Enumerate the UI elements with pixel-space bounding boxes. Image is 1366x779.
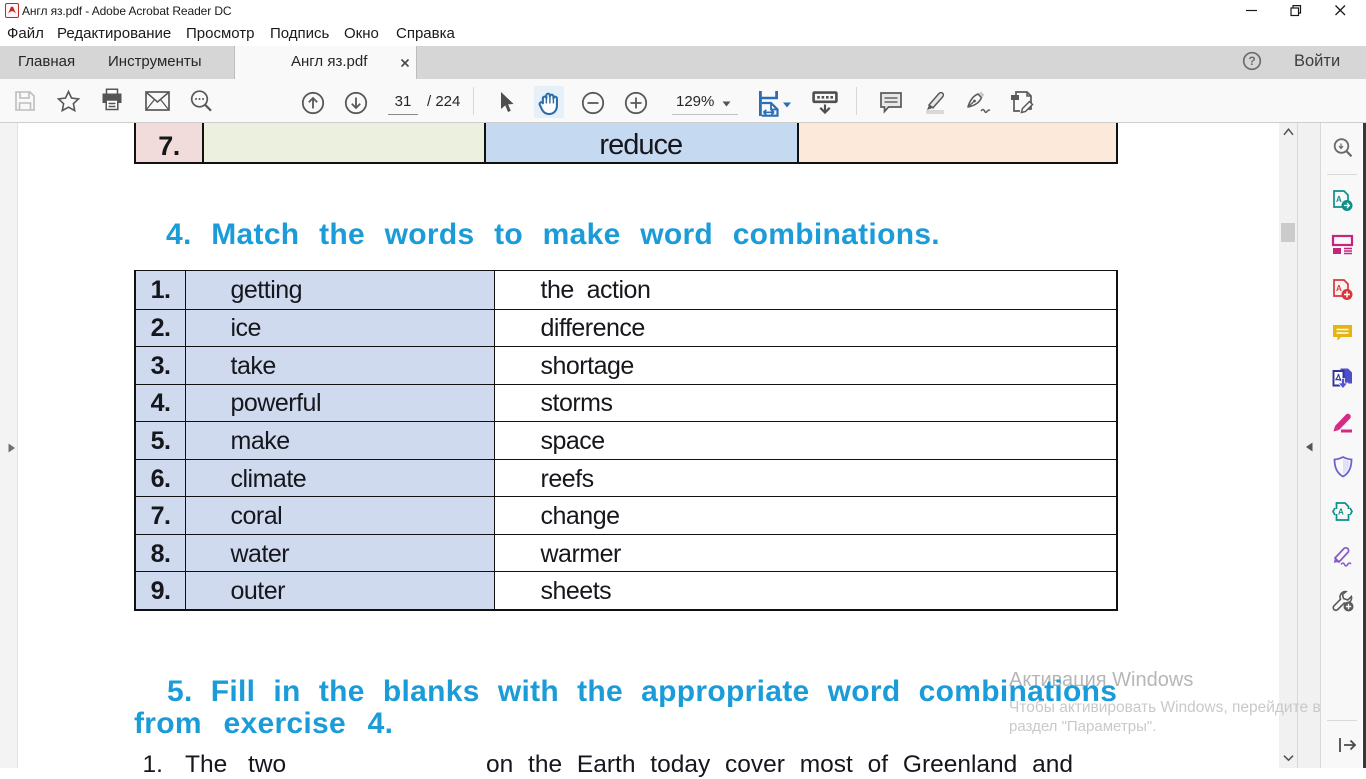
svg-text:A: A [1338,508,1344,517]
svg-text:?: ? [1248,54,1255,68]
svg-text:A: A [1336,195,1342,204]
svg-text:A: A [1336,284,1342,293]
